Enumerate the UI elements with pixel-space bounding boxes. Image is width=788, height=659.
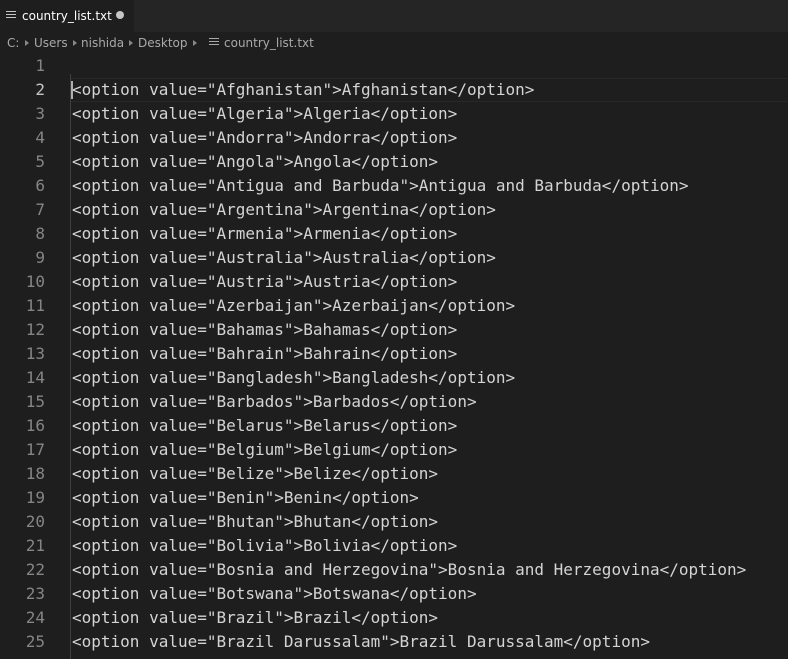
chevron-right-icon — [129, 40, 133, 46]
line-text[interactable]: <option value="Antigua and Barbuda">Anti… — [72, 174, 689, 198]
line-number: 7 — [35, 200, 45, 219]
line-number: 5 — [35, 152, 45, 171]
line-number: 12 — [25, 320, 45, 339]
line-text[interactable]: <option value="Benin">Benin</option> — [72, 486, 419, 510]
editor-line[interactable]: 6 <option value="Antigua and Barbuda">Ant… — [0, 174, 788, 198]
line-text[interactable]: <option value="Belize">Belize</option> — [72, 462, 438, 486]
breadcrumb-item-desktop[interactable]: Desktop — [138, 36, 188, 50]
editor-line[interactable]: 24 <option value="Brazil">Brazil</option> — [0, 606, 788, 630]
editor-line[interactable]: 21 <option value="Bolivia">Bolivia</optio… — [0, 534, 788, 558]
line-number: 18 — [25, 464, 45, 483]
line-number: 22 — [25, 560, 45, 579]
chevron-right-icon — [25, 40, 29, 46]
line-number: 10 — [25, 272, 45, 291]
editor-line[interactable]: 10 <option value="Austria">Austria</optio… — [0, 270, 788, 294]
text-file-icon — [6, 11, 16, 21]
line-number: 25 — [25, 632, 45, 651]
editor-line[interactable]: 3 <option value="Algeria">Algeria</option… — [0, 102, 788, 126]
line-number: 3 — [35, 104, 45, 123]
text-cursor — [71, 81, 73, 99]
editor-line[interactable]: 18 <option value="Belize">Belize</option> — [0, 462, 788, 486]
text-file-icon — [209, 38, 219, 48]
breadcrumb: C: Users nishida Desktop country_list.tx… — [0, 32, 788, 54]
line-number: 1 — [35, 56, 45, 75]
editor-line[interactable]: 5 <option value="Angola">Angola</option> — [0, 150, 788, 174]
line-number: 17 — [25, 440, 45, 459]
editor-line[interactable]: 15 <option value="Barbados">Barbados</opt… — [0, 390, 788, 414]
line-number: 23 — [25, 584, 45, 603]
line-text[interactable]: <option value="Afghanistan">Afghanistan<… — [72, 78, 534, 102]
breadcrumb-item-nishida[interactable]: nishida — [81, 36, 124, 50]
editor-line[interactable]: 7 <option value="Argentina">Argentina</op… — [0, 198, 788, 222]
editor[interactable]: 1 2 <option value="Afghanistan">Afghanist… — [0, 54, 788, 659]
line-number: 21 — [25, 536, 45, 555]
line-number: 6 — [35, 176, 45, 195]
editor-line[interactable]: 1 — [0, 54, 788, 78]
breadcrumb-item-file[interactable]: country_list.txt — [224, 36, 314, 50]
line-number: 13 — [25, 344, 45, 363]
line-number: 20 — [25, 512, 45, 531]
indent-guide — [70, 74, 71, 659]
editor-line[interactable]: 13 <option value="Bahrain">Bahrain</optio… — [0, 342, 788, 366]
line-number: 24 — [25, 608, 45, 627]
editor-line[interactable]: 4 <option value="Andorra">Andorra</option… — [0, 126, 788, 150]
line-text[interactable]: <option value="Bangladesh">Bangladesh</o… — [72, 366, 515, 390]
editor-line[interactable]: 16 <option value="Belarus">Belarus</optio… — [0, 414, 788, 438]
line-text[interactable]: <option value="Bahrain">Bahrain</option> — [72, 342, 457, 366]
tab-label: country_list.txt — [22, 9, 112, 23]
editor-line[interactable]: 20 <option value="Bhutan">Bhutan</option> — [0, 510, 788, 534]
editor-line[interactable]: 19 <option value="Benin">Benin</option> — [0, 486, 788, 510]
breadcrumb-item-users[interactable]: Users — [34, 36, 68, 50]
editor-line[interactable]: 22 <option value="Bosnia and Herzegovina"… — [0, 558, 788, 582]
editor-line[interactable]: 12 <option value="Bahamas">Bahamas</optio… — [0, 318, 788, 342]
line-number: 19 — [25, 488, 45, 507]
line-number: 11 — [25, 296, 45, 315]
line-text[interactable]: <option value="Bhutan">Bhutan</option> — [72, 510, 438, 534]
editor-line[interactable]: 8 <option value="Armenia">Armenia</option… — [0, 222, 788, 246]
line-text[interactable]: <option value="Argentina">Argentina</opt… — [72, 198, 496, 222]
tab-country-list[interactable]: country_list.txt — [0, 0, 134, 32]
line-number: 9 — [35, 248, 45, 267]
line-text[interactable]: <option value="Botswana">Botswana</optio… — [72, 582, 477, 606]
line-text[interactable]: <option value="Azerbaijan">Azerbaijan</o… — [72, 294, 515, 318]
line-text[interactable]: <option value="Bosnia and Herzegovina">B… — [72, 558, 746, 582]
line-number: 8 — [35, 224, 45, 243]
line-text[interactable]: <option value="Armenia">Armenia</option> — [72, 222, 457, 246]
line-number: 15 — [25, 392, 45, 411]
line-number: 14 — [25, 368, 45, 387]
editor-line[interactable]: 11 <option value="Azerbaijan">Azerbaijan<… — [0, 294, 788, 318]
chevron-right-icon — [73, 40, 77, 46]
line-number: 2 — [35, 80, 45, 99]
editor-line[interactable]: 9 <option value="Australia">Australia</op… — [0, 246, 788, 270]
chevron-right-icon — [193, 40, 197, 46]
editor-line[interactable]: 25 <option value="Brazil Darussalam">Braz… — [0, 630, 788, 654]
line-number: 4 — [35, 128, 45, 147]
line-text[interactable]: <option value="Brazil Darussalam">Brazil… — [72, 630, 650, 654]
line-text[interactable]: <option value="Barbados">Barbados</optio… — [72, 390, 477, 414]
editor-line-current[interactable]: 2 <option value="Afghanistan">Afghanistan… — [0, 78, 788, 102]
line-number: 16 — [25, 416, 45, 435]
tab-bar: country_list.txt — [0, 0, 788, 32]
line-text[interactable]: <option value="Austria">Austria</option> — [72, 270, 457, 294]
line-text[interactable]: <option value="Angola">Angola</option> — [72, 150, 438, 174]
breadcrumb-item-drive[interactable]: C: — [7, 36, 19, 50]
editor-line[interactable]: 14 <option value="Bangladesh">Bangladesh<… — [0, 366, 788, 390]
editor-line[interactable]: 17 <option value="Belgium">Belgium</optio… — [0, 438, 788, 462]
editor-line[interactable]: 23 <option value="Botswana">Botswana</opt… — [0, 582, 788, 606]
line-text[interactable]: <option value="Australia">Australia</opt… — [72, 246, 496, 270]
line-text[interactable]: <option value="Andorra">Andorra</option> — [72, 126, 457, 150]
line-text[interactable]: <option value="Brazil">Brazil</option> — [72, 606, 438, 630]
line-text[interactable]: <option value="Bolivia">Bolivia</option> — [72, 534, 457, 558]
line-text[interactable]: <option value="Algeria">Algeria</option> — [72, 102, 457, 126]
line-text[interactable]: <option value="Belgium">Belgium</option> — [72, 438, 457, 462]
line-text[interactable]: <option value="Bahamas">Bahamas</option> — [72, 318, 457, 342]
unsaved-dot-icon[interactable] — [116, 11, 124, 19]
line-text[interactable]: <option value="Belarus">Belarus</option> — [72, 414, 457, 438]
